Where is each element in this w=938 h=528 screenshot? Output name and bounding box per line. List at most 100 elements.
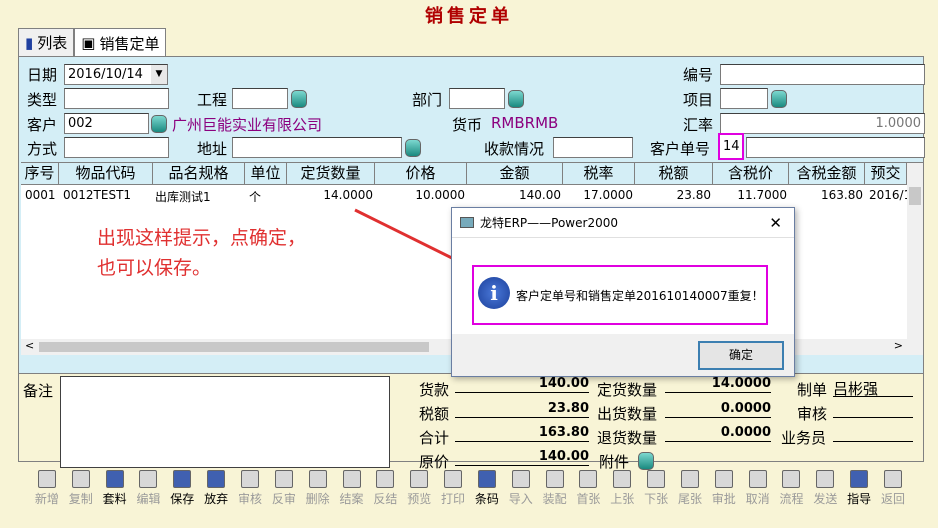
customer-code-field[interactable]: 002 bbox=[64, 113, 149, 134]
col-prepay[interactable]: 预交 bbox=[865, 163, 907, 185]
database-icon[interactable] bbox=[638, 452, 654, 470]
col-seq[interactable]: 序号 bbox=[21, 163, 59, 185]
cell-price: 10.0000 bbox=[415, 188, 465, 202]
toolbar-button[interactable]: 尾张 bbox=[673, 470, 707, 510]
dialog-title: 龙特ERP——Power2000 bbox=[480, 216, 618, 230]
toolbar-button[interactable]: 发送 bbox=[808, 470, 842, 510]
toolbar-button[interactable]: 导入 bbox=[504, 470, 538, 510]
payment-field[interactable] bbox=[553, 137, 633, 158]
tax-label: 税额 bbox=[419, 405, 450, 423]
ship-qty-label: 出货数量 bbox=[597, 405, 658, 423]
address-field[interactable] bbox=[232, 137, 402, 158]
toolbar-button[interactable]: 审核 bbox=[233, 470, 267, 510]
toolbar-button[interactable]: 保存 bbox=[165, 470, 199, 510]
toolbar-label: 流程 bbox=[779, 492, 804, 506]
rate-label: 汇率 bbox=[683, 116, 714, 134]
chevron-left-icon[interactable]: < bbox=[25, 339, 34, 352]
date-picker[interactable]: 2016/10/14 ▼ bbox=[64, 64, 168, 85]
toolbar-button[interactable]: 反结 bbox=[368, 470, 402, 510]
rate-field[interactable]: 1.0000 bbox=[720, 113, 925, 134]
date-value: 2016/10/14 bbox=[68, 67, 143, 82]
cell-tax-price: 11.7000 bbox=[737, 188, 787, 202]
toolbar-label: 上张 bbox=[610, 492, 635, 506]
database-icon[interactable] bbox=[508, 90, 524, 108]
dept-field[interactable] bbox=[449, 88, 505, 109]
maker-value: 吕彬强 bbox=[833, 378, 913, 398]
tab-sales-order[interactable]: ▣ 销售定单 bbox=[74, 28, 167, 57]
ok-button[interactable]: 确定 bbox=[698, 341, 784, 370]
col-amount[interactable]: 金额 bbox=[467, 163, 563, 185]
toolbar-button[interactable]: 套料 bbox=[98, 470, 132, 510]
toolbar-icon bbox=[884, 470, 903, 488]
database-icon[interactable] bbox=[771, 90, 787, 108]
chevron-right-icon[interactable]: > bbox=[894, 339, 903, 352]
toolbar-button[interactable]: 新增 bbox=[30, 470, 64, 510]
toolbar-button[interactable]: 放弃 bbox=[199, 470, 233, 510]
toolbar-button[interactable]: 首张 bbox=[572, 470, 606, 510]
item-label: 项目 bbox=[683, 91, 714, 109]
col-tax[interactable]: 税额 bbox=[635, 163, 713, 185]
col-qty[interactable]: 定货数量 bbox=[287, 163, 375, 185]
toolbar-button[interactable]: 编辑 bbox=[132, 470, 166, 510]
toolbar-label: 审批 bbox=[711, 492, 736, 506]
database-icon[interactable] bbox=[405, 139, 421, 157]
toolbar-button[interactable]: 预览 bbox=[402, 470, 436, 510]
toolbar-icon bbox=[173, 470, 192, 488]
toolbar-button[interactable]: 返回 bbox=[876, 470, 910, 510]
toolbar-icon bbox=[444, 470, 463, 488]
col-price[interactable]: 价格 bbox=[375, 163, 467, 185]
toolbar-button[interactable]: 打印 bbox=[436, 470, 470, 510]
cust-order-field[interactable]: 14 bbox=[718, 133, 744, 160]
toolbar-button[interactable]: 删除 bbox=[301, 470, 335, 510]
toolbar-button[interactable]: 上张 bbox=[605, 470, 639, 510]
toolbar-icon bbox=[71, 470, 90, 488]
toolbar-button[interactable]: 反审 bbox=[267, 470, 301, 510]
message-dialog: 龙特ERP——Power2000 ✕ i 客户定单号和销售定单201610140… bbox=[451, 207, 795, 377]
col-name[interactable]: 品名规格 bbox=[153, 163, 245, 185]
toolbar-button[interactable]: 审批 bbox=[707, 470, 741, 510]
project-label: 工程 bbox=[197, 91, 228, 109]
col-unit[interactable]: 单位 bbox=[245, 163, 287, 185]
toolbar-label: 发送 bbox=[813, 492, 838, 506]
type-field[interactable] bbox=[64, 88, 169, 109]
chevron-down-icon[interactable]: ▼ bbox=[151, 65, 167, 84]
toolbar-icon bbox=[37, 470, 56, 488]
toolbar-button[interactable]: 下张 bbox=[639, 470, 673, 510]
item-field[interactable] bbox=[720, 88, 768, 109]
toolbar-button[interactable]: 流程 bbox=[775, 470, 809, 510]
toolbar-label: 取消 bbox=[745, 492, 770, 506]
scroll-thumb[interactable] bbox=[39, 342, 429, 352]
ship-qty-value: 0.0000 bbox=[665, 401, 771, 418]
toolbar-icon bbox=[105, 470, 124, 488]
toolbar-icon bbox=[410, 470, 429, 488]
col-tax-amount[interactable]: 含税金额 bbox=[789, 163, 865, 185]
number-field[interactable] bbox=[720, 64, 925, 85]
sales-value bbox=[833, 425, 913, 442]
toolbar-label: 复制 bbox=[68, 492, 93, 506]
cust-order-extra[interactable] bbox=[746, 137, 925, 158]
toolbar-button[interactable]: 指导 bbox=[842, 470, 876, 510]
toolbar-button[interactable]: 复制 bbox=[64, 470, 98, 510]
cell-qty: 14.0000 bbox=[323, 188, 373, 202]
database-icon[interactable] bbox=[151, 115, 167, 133]
col-code[interactable]: 物品代码 bbox=[59, 163, 153, 185]
close-icon[interactable]: ✕ bbox=[769, 214, 782, 232]
toolbar-label: 尾张 bbox=[677, 492, 702, 506]
database-icon[interactable] bbox=[291, 90, 307, 108]
project-field[interactable] bbox=[232, 88, 288, 109]
col-tax-rate[interactable]: 税率 bbox=[563, 163, 635, 185]
toolbar-button[interactable]: 条码 bbox=[470, 470, 504, 510]
tab-list[interactable]: ▮ 列表 bbox=[18, 28, 75, 56]
vertical-scrollbar[interactable] bbox=[907, 163, 923, 339]
toolbar-icon bbox=[477, 470, 496, 488]
method-field[interactable] bbox=[64, 137, 169, 158]
scroll-thumb[interactable] bbox=[909, 187, 921, 205]
col-tax-price[interactable]: 含税价 bbox=[713, 163, 789, 185]
toolbar-button[interactable]: 装配 bbox=[538, 470, 572, 510]
return-qty-value: 0.0000 bbox=[665, 425, 771, 442]
message-box: i 客户定单号和销售定单201610140007重复！ bbox=[472, 265, 768, 325]
toolbar-button[interactable]: 结案 bbox=[335, 470, 369, 510]
remark-field[interactable] bbox=[60, 376, 390, 468]
cust-order-label: 客户单号 bbox=[650, 140, 711, 158]
toolbar-button[interactable]: 取消 bbox=[741, 470, 775, 510]
